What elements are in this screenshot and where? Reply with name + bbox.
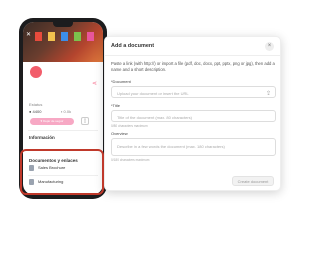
document-input[interactable]: Upload your document or insert the URL ⇪ bbox=[111, 86, 276, 98]
overview-textarea[interactable]: Describe in a few words the document (ma… bbox=[111, 138, 276, 156]
phone-notch bbox=[53, 22, 73, 27]
title-input[interactable]: Title of the document (max. 80 character… bbox=[111, 110, 276, 122]
create-document-button[interactable]: Create document bbox=[232, 176, 274, 186]
banner-flag bbox=[35, 32, 42, 41]
share-icon[interactable]: ⋖ bbox=[92, 80, 97, 87]
banner-flag bbox=[61, 32, 68, 41]
overview-label: Overview bbox=[111, 131, 128, 136]
document-placeholder: Upload your document or insert the URL bbox=[117, 91, 189, 96]
title-placeholder: Title of the document (max. 80 character… bbox=[117, 115, 192, 120]
divider bbox=[28, 130, 98, 131]
banner-flag bbox=[74, 32, 81, 41]
overview-placeholder: Describe in a few words the document (ma… bbox=[117, 144, 225, 149]
bookmark-icon[interactable]: ▯ bbox=[81, 117, 89, 125]
status-label: Estatus bbox=[29, 102, 43, 107]
avatar bbox=[28, 64, 44, 80]
banner-flag bbox=[48, 32, 55, 41]
info-title: Información bbox=[29, 135, 55, 140]
title-hint: 0/80 characters maximum bbox=[111, 124, 148, 128]
status-meta: ▪ 0.0k bbox=[61, 109, 72, 114]
overview-hint: 0/180 characters maximum bbox=[111, 158, 150, 162]
close-icon[interactable]: ✕ bbox=[26, 31, 31, 38]
dialog-title: Add a document bbox=[111, 43, 155, 49]
dialog-description: Paste a link (with http://) or import a … bbox=[111, 61, 275, 72]
document-label: *Document bbox=[111, 79, 131, 84]
title-label: *Title bbox=[111, 103, 120, 108]
upload-icon[interactable]: ⇪ bbox=[266, 90, 271, 97]
documents-highlight-box bbox=[20, 149, 104, 195]
dialog-header: Add a document × bbox=[105, 37, 280, 56]
add-document-dialog: Add a document × Paste a link (with http… bbox=[104, 36, 281, 191]
close-icon[interactable]: × bbox=[265, 42, 274, 51]
profile-banner: ✕ bbox=[23, 22, 103, 62]
status-value: ● 4400 bbox=[29, 109, 42, 114]
banner-flag bbox=[87, 32, 94, 41]
follow-button[interactable]: ♥ Dejar de seguir bbox=[30, 118, 74, 125]
